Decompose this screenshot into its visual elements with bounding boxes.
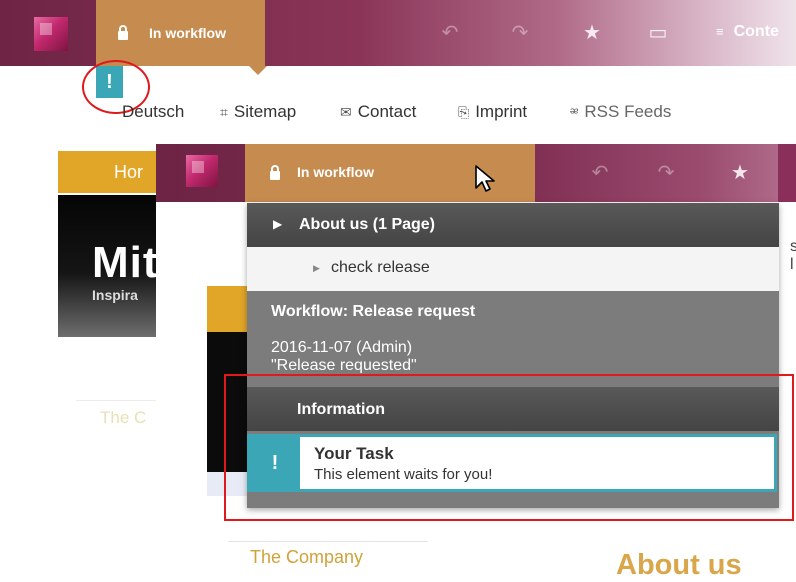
workflow-date: 2016-11-07 (Admin) (271, 339, 413, 356)
home-tab-label: Hor (114, 162, 144, 182)
workflow-tab-label: In workflow (149, 25, 226, 41)
workflow-tab[interactable]: In workflow (96, 0, 265, 66)
lock-icon (118, 25, 128, 40)
undo-icon[interactable]: ↶ (430, 0, 470, 66)
star-add-icon[interactable]: ★ (722, 144, 758, 202)
company-link[interactable]: The Company (250, 547, 363, 568)
nav-sitemap-label: Sitemap (233, 102, 297, 121)
nav-rss-label: RSS Feeds (584, 102, 672, 121)
content-icon: ≡ (716, 24, 724, 39)
divider (76, 400, 158, 401)
nav-contact-label: Contact (357, 102, 417, 121)
content-menu-label: Conte (733, 23, 779, 40)
sitemap-icon: ⌗ (220, 104, 228, 120)
device-preview-icon[interactable]: ▭ (638, 0, 678, 66)
chevron-right-icon: ▶ (313, 263, 320, 273)
expand-triangle-icon: ▶ (273, 217, 283, 231)
undo-icon[interactable]: ↶ (582, 144, 618, 202)
mouse-cursor-icon (475, 165, 495, 192)
company-link[interactable]: The C (100, 408, 146, 428)
mail-icon: ✉ (340, 104, 352, 120)
nav-imprint[interactable]: ⎘ Imprint (458, 102, 527, 122)
app-logo-icon[interactable] (186, 155, 218, 187)
workflow-tab-pointer (249, 66, 267, 75)
workflow-title: Workflow: Release request (271, 303, 476, 320)
nav-rss[interactable]: ᵆ RSS Feeds (570, 102, 671, 122)
home-tab[interactable]: Hor (58, 151, 158, 193)
highlight-rectangle (224, 374, 794, 521)
page-group-header[interactable]: ▶ About us (1 Page) (247, 203, 779, 247)
nav-sitemap[interactable]: ⌗ Sitemap (220, 102, 296, 122)
redo-icon[interactable]: ↷ (500, 0, 540, 66)
toolbar-edge (778, 144, 796, 202)
rss-icon: ᵆ (570, 104, 579, 120)
imprint-icon: ⎘ (458, 104, 470, 120)
content-menu[interactable]: ≡ Conte (716, 23, 779, 41)
lock-icon (270, 165, 280, 180)
nav-imprint-label: Imprint (475, 102, 528, 121)
star-add-icon[interactable]: ★ (572, 0, 612, 66)
banner-title: Mit (92, 238, 159, 287)
redo-icon[interactable]: ↷ (648, 144, 684, 202)
divider (228, 541, 428, 542)
nav-deutsch-label: Deutsch (122, 102, 185, 121)
workflow-details: Workflow: Release request 2016-11-07 (Ad… (247, 291, 779, 387)
task-item[interactable]: ▶ check release (247, 247, 779, 291)
nav-deutsch[interactable]: Deutsch (122, 102, 184, 122)
task-item-label: check release (331, 259, 430, 276)
workflow-status: "Release requested" (271, 357, 417, 373)
app-logo-icon[interactable] (34, 17, 68, 51)
banner-subtitle: Inspira (92, 287, 138, 303)
workflow-tab-label: In workflow (297, 164, 374, 180)
edge-text: s l (790, 238, 796, 273)
page-group-label: About us (1 Page) (299, 216, 436, 233)
page-heading: About us (616, 549, 742, 581)
nav-contact[interactable]: ✉ Contact (340, 102, 416, 122)
